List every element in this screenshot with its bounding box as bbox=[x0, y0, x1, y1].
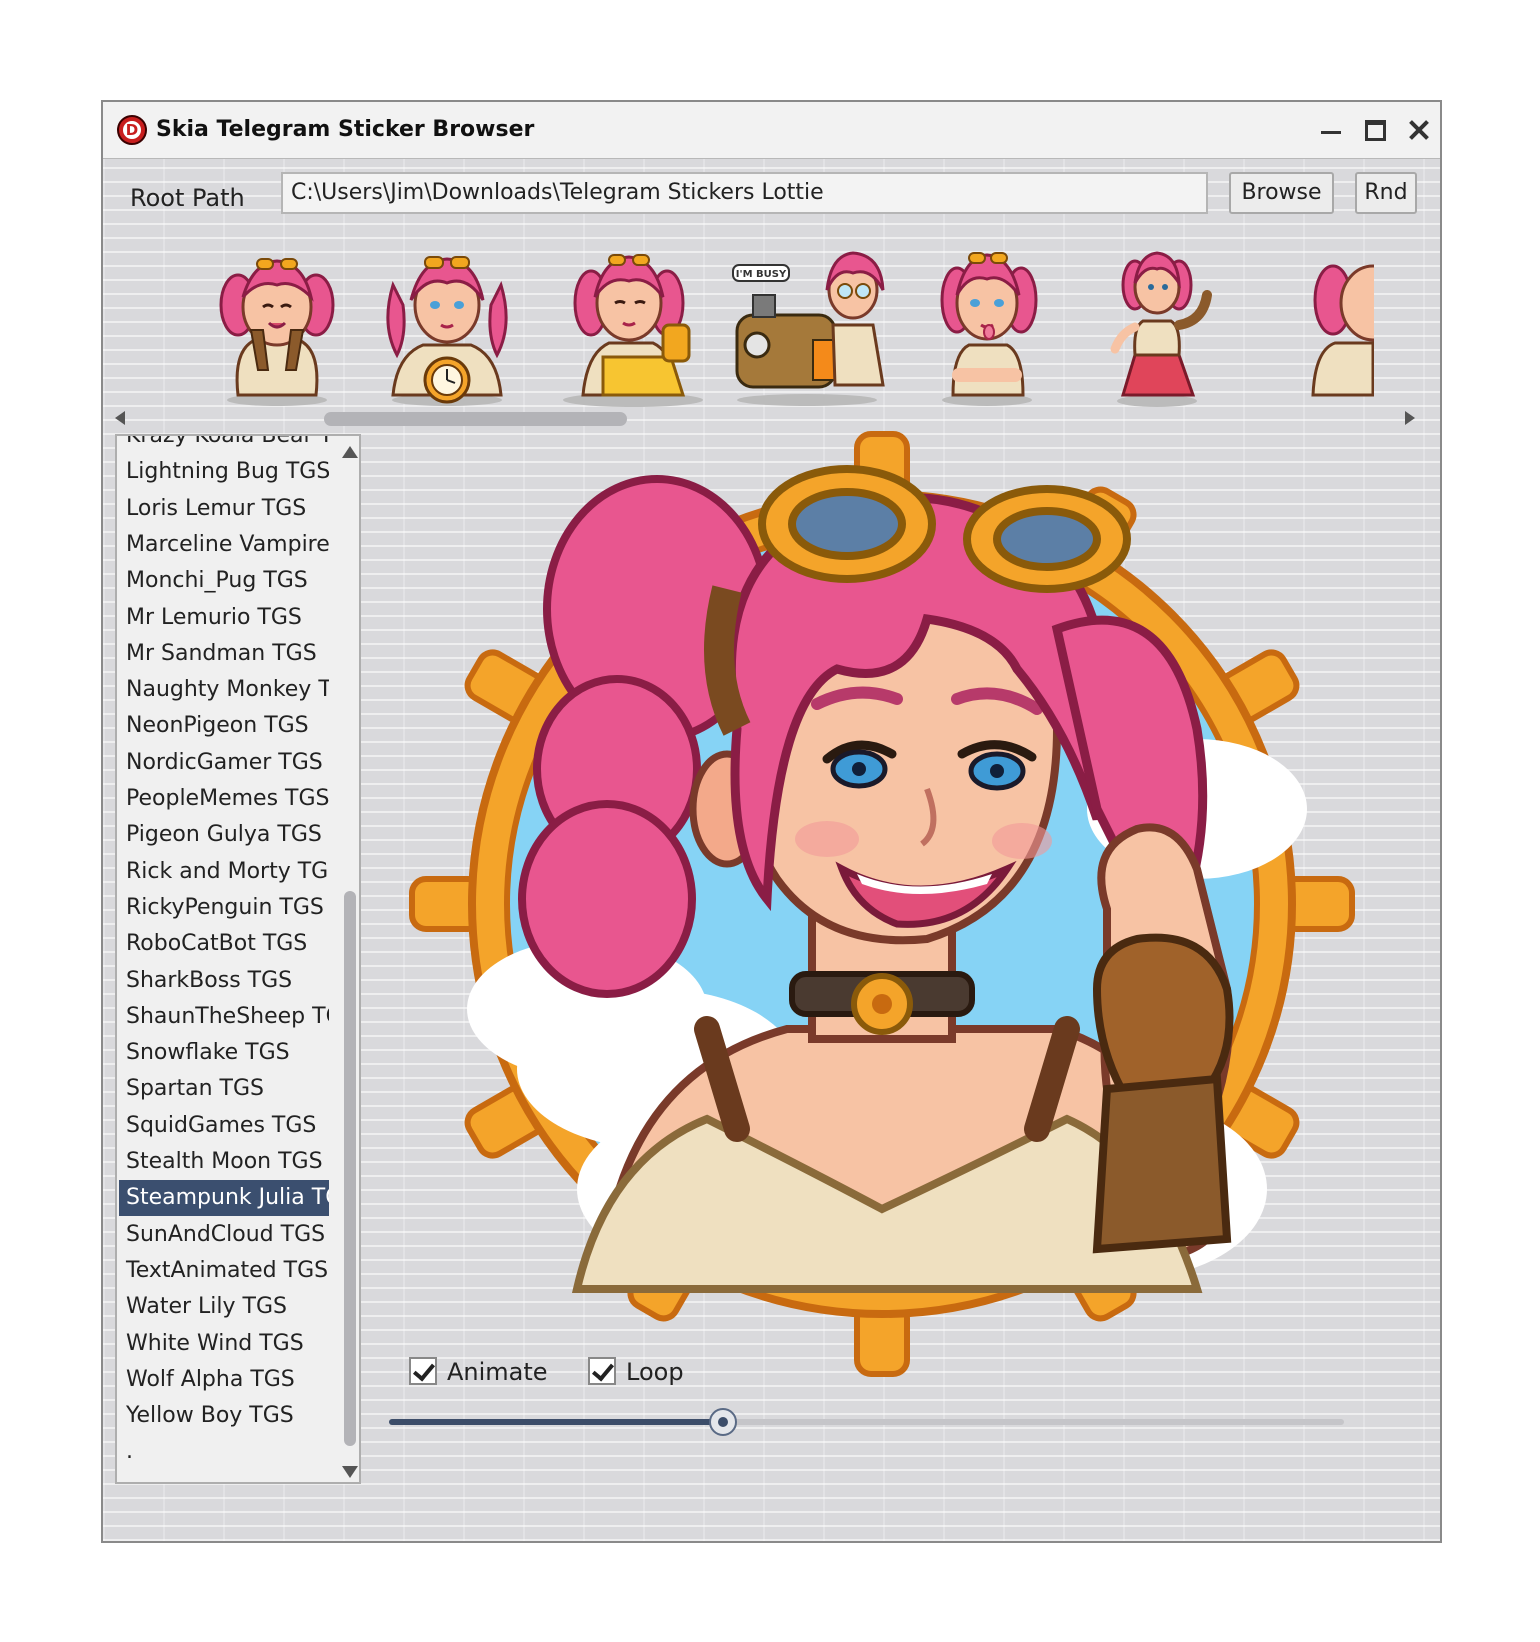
animate-checkbox[interactable]: Animate bbox=[409, 1355, 548, 1391]
girl-with-pocket-watch-sticker[interactable] bbox=[363, 245, 531, 410]
list-item[interactable]: Wolf Alpha TGS bbox=[119, 1362, 329, 1398]
list-item[interactable]: . bbox=[119, 1434, 329, 1470]
sticker-set-list[interactable]: Krazy Koala Bear TG Lightning Bug TGS Lori… bbox=[115, 434, 361, 1484]
list-item[interactable]: Snowflake TGS bbox=[119, 1035, 329, 1071]
girl-red-dress-flexing-sticker[interactable] bbox=[1073, 245, 1241, 410]
list-item[interactable]: Mr Lemurio TGS bbox=[119, 600, 329, 636]
app-window: D Skia Telegram Sticker Browser Root Pat… bbox=[101, 100, 1442, 1543]
scroll-left-icon[interactable] bbox=[115, 411, 125, 425]
list-item[interactable]: RickyPenguin TGS bbox=[119, 890, 329, 926]
main-panel: Root Path C:\Users\Jim\Downloads\Telegra… bbox=[103, 159, 1440, 1541]
list-item[interactable]: Rick and Morty TGS bbox=[119, 854, 329, 890]
sticker-thumbnail-strip[interactable]: I'M BUSY bbox=[113, 237, 1374, 422]
maximize-icon[interactable] bbox=[1357, 112, 1393, 148]
list-item[interactable]: Monchi_Pug TGS bbox=[119, 563, 329, 599]
girl-with-golden-gauntlet-sticker[interactable] bbox=[543, 245, 711, 410]
title-bar[interactable]: D Skia Telegram Sticker Browser bbox=[103, 102, 1440, 159]
loop-check-icon[interactable] bbox=[588, 1357, 616, 1385]
list-item[interactable]: White Wind TGS bbox=[119, 1326, 329, 1362]
list-item[interactable]: Lightning Bug TGS bbox=[119, 454, 329, 490]
app-logo-icon: D bbox=[117, 115, 147, 145]
svg-text:I'M BUSY: I'M BUSY bbox=[736, 269, 787, 280]
root-path-input[interactable]: C:\Users\Jim\Downloads\Telegram Stickers… bbox=[281, 172, 1208, 214]
steampunk-julia-portrait-sticker bbox=[407, 429, 1357, 1379]
girl-partial-sticker[interactable] bbox=[1243, 245, 1374, 410]
list-item[interactable]: Steampunk Julia TG bbox=[119, 1180, 329, 1217]
list-item[interactable]: Mr Sandman TGS bbox=[119, 636, 329, 672]
scroll-down-icon[interactable] bbox=[342, 1466, 358, 1478]
list-item[interactable]: Pigeon Gulya TGS bbox=[119, 817, 329, 853]
vertical-scrollbar-thumb[interactable] bbox=[344, 891, 356, 1446]
browse-button[interactable]: Browse bbox=[1229, 172, 1334, 214]
frame-slider[interactable] bbox=[389, 1408, 1344, 1436]
list-item[interactable]: Krazy Koala Bear TG bbox=[119, 436, 329, 454]
frame-slider-fill bbox=[389, 1419, 724, 1425]
close-icon[interactable] bbox=[1401, 112, 1437, 148]
list-item[interactable]: Yellow Boy TGS bbox=[119, 1398, 329, 1434]
girl-with-machine-im-busy-sticker[interactable]: I'M BUSY bbox=[723, 245, 891, 410]
list-item[interactable]: NeonPigeon TGS bbox=[119, 708, 329, 744]
list-item[interactable]: Stealth Moon TGS bbox=[119, 1144, 329, 1180]
frame-slider-handle[interactable] bbox=[709, 1408, 738, 1436]
list-item[interactable]: Spartan TGS bbox=[119, 1071, 329, 1107]
list-item[interactable]: ShaunTheSheep TG bbox=[119, 999, 329, 1035]
list-item[interactable]: Water Lily TGS bbox=[119, 1289, 329, 1325]
list-item[interactable]: SharkBoss TGS bbox=[119, 963, 329, 999]
scroll-up-icon[interactable] bbox=[342, 446, 358, 458]
loop-label: Loop bbox=[626, 1358, 684, 1386]
scroll-right-icon[interactable] bbox=[1405, 411, 1415, 425]
girl-tongue-out-sticker[interactable] bbox=[903, 245, 1071, 410]
animate-check-icon[interactable] bbox=[409, 1357, 437, 1385]
list-item[interactable]: PeopleMemes TGS bbox=[119, 781, 329, 817]
animate-label: Animate bbox=[447, 1358, 548, 1386]
girl-hands-on-cheeks-sticker[interactable] bbox=[193, 245, 361, 410]
list-item[interactable]: RoboCatBot TGS bbox=[119, 926, 329, 962]
horizontal-scrollbar-thumb[interactable] bbox=[324, 412, 627, 426]
list-item[interactable]: TextAnimated TGS bbox=[119, 1253, 329, 1289]
list-item[interactable]: NordicGamer TGS bbox=[119, 745, 329, 781]
list-item[interactable]: Naughty Monkey T( bbox=[119, 672, 329, 708]
list-item[interactable]: SquidGames TGS bbox=[119, 1108, 329, 1144]
list-item[interactable]: Loris Lemur TGS bbox=[119, 491, 329, 527]
list-item[interactable]: Marceline Vampire ( bbox=[119, 527, 329, 563]
minimize-icon[interactable] bbox=[1313, 112, 1349, 148]
root-path-label: Root Path bbox=[130, 184, 245, 212]
random-button[interactable]: Rnd bbox=[1355, 172, 1417, 214]
list-item[interactable]: SunAndCloud TGS bbox=[119, 1217, 329, 1253]
window-title: Skia Telegram Sticker Browser bbox=[156, 117, 535, 142]
loop-checkbox[interactable]: Loop bbox=[588, 1355, 688, 1391]
